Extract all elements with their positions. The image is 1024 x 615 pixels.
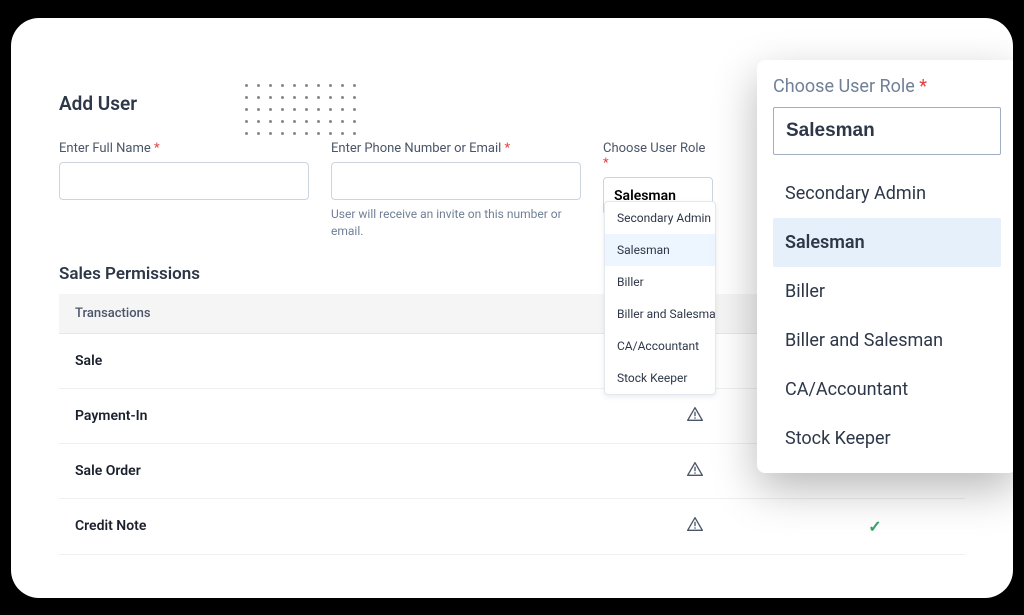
phone-email-input[interactable]: [331, 162, 581, 200]
view-cell[interactable]: [605, 498, 785, 554]
role-dropdown-small: Secondary Admin Salesman Biller Biller a…: [604, 201, 716, 395]
check-icon: ✓: [868, 517, 881, 536]
required-asterisk: *: [505, 141, 511, 156]
warning-icon: [687, 407, 703, 421]
phone-email-label: Enter Phone Number or Email *: [331, 141, 581, 156]
role-popover-label-text: Choose User Role: [773, 76, 915, 97]
required-asterisk: *: [603, 156, 609, 171]
full-name-label-text: Enter Full Name: [59, 141, 151, 156]
role-popover-option-stock-keeper[interactable]: Stock Keeper: [773, 414, 1001, 463]
role-popover-list: Secondary Admin Salesman Biller Biller a…: [773, 169, 1001, 463]
role-popover-option-ca-accountant[interactable]: CA/Accountant: [773, 365, 1001, 414]
role-option-biller[interactable]: Biller: [605, 266, 715, 298]
role-popover-option-biller[interactable]: Biller: [773, 267, 1001, 316]
role-popover-option-biller-and-salesman[interactable]: Biller and Salesman: [773, 316, 1001, 365]
check-cell[interactable]: ✓: [785, 498, 965, 554]
transactions-column-header: Transactions: [59, 294, 605, 334]
role-popover-label: Choose User Role *: [773, 76, 1001, 97]
transaction-name: Credit Note: [59, 498, 605, 554]
warning-icon: [687, 462, 703, 476]
role-popover-option-salesman[interactable]: Salesman: [773, 218, 1001, 267]
role-option-biller-and-salesman[interactable]: Biller and Salesman: [605, 298, 715, 330]
table-row: Credit Note ✓: [59, 498, 965, 554]
add-user-panel: Add User Enter Full Name * Enter Phone N…: [11, 18, 1013, 598]
role-option-ca-accountant[interactable]: CA/Accountant: [605, 330, 715, 362]
phone-email-helper: User will receive an invite on this numb…: [331, 206, 581, 240]
decorative-dots: [241, 80, 359, 138]
role-popover-large: Choose User Role * Secondary Admin Sales…: [757, 60, 1013, 473]
required-asterisk: *: [919, 76, 927, 97]
full-name-field-group: Enter Full Name *: [59, 141, 309, 240]
phone-email-field-group: Enter Phone Number or Email * User will …: [331, 141, 581, 240]
role-popover-option-secondary-admin[interactable]: Secondary Admin: [773, 169, 1001, 218]
full-name-input[interactable]: [59, 162, 309, 200]
transaction-name: Sale: [59, 333, 605, 388]
full-name-label: Enter Full Name *: [59, 141, 309, 156]
role-popover-input[interactable]: [773, 107, 1001, 155]
role-label: Choose User Role *: [603, 141, 713, 171]
transaction-name: Sale Order: [59, 443, 605, 498]
warning-icon: [687, 517, 703, 531]
transaction-name: Payment-In: [59, 388, 605, 443]
required-asterisk: *: [154, 141, 160, 156]
role-option-salesman[interactable]: Salesman: [605, 234, 715, 266]
role-label-text: Choose User Role: [603, 141, 705, 156]
role-option-secondary-admin[interactable]: Secondary Admin: [605, 202, 715, 234]
phone-email-label-text: Enter Phone Number or Email: [331, 141, 501, 156]
role-option-stock-keeper[interactable]: Stock Keeper: [605, 362, 715, 394]
